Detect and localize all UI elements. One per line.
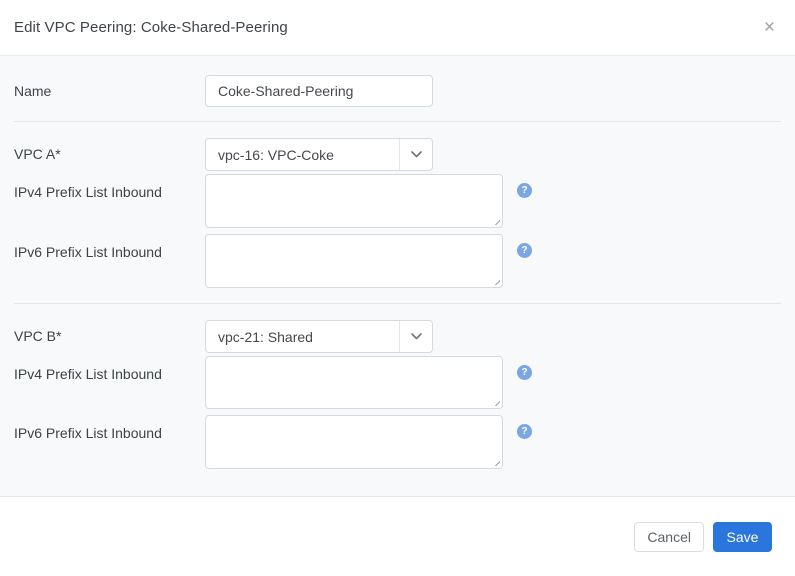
cancel-button[interactable]: Cancel xyxy=(634,522,704,552)
vpc-b-ipv4-label: IPv4 Prefix List Inbound xyxy=(0,356,205,383)
save-button[interactable]: Save xyxy=(713,522,772,552)
chevron-down-icon xyxy=(399,139,432,170)
vpc-b-select[interactable]: vpc-21: Shared xyxy=(205,320,433,353)
name-label: Name xyxy=(0,83,205,100)
section-divider xyxy=(14,121,781,122)
close-icon[interactable]: × xyxy=(760,16,779,39)
form-row-vpc-a-ipv6: IPv6 Prefix List Inbound ? xyxy=(0,234,795,288)
dialog-title: Edit VPC Peering: Coke-Shared-Peering xyxy=(14,19,288,36)
vpc-b-ipv4-textarea-box xyxy=(205,356,503,409)
help-icon[interactable]: ? xyxy=(517,424,532,439)
vpc-b-ipv6-textarea-box xyxy=(205,415,503,469)
vpc-a-ipv6-textarea-box xyxy=(205,234,503,288)
form-row-vpc-b: VPC B* vpc-21: Shared xyxy=(0,320,795,353)
form-row-name: Name xyxy=(0,75,795,107)
vpc-b-ipv6-inbound-textarea[interactable] xyxy=(206,416,502,468)
form-row-vpc-b-ipv6: IPv6 Prefix List Inbound ? xyxy=(0,415,795,469)
edit-vpc-peering-dialog: Edit VPC Peering: Coke-Shared-Peering × … xyxy=(0,0,795,576)
vpc-a-ipv6-label: IPv6 Prefix List Inbound xyxy=(0,234,205,261)
help-icon[interactable]: ? xyxy=(517,183,532,198)
vpc-b-ipv6-label: IPv6 Prefix List Inbound xyxy=(0,415,205,442)
chevron-down-icon xyxy=(399,321,432,352)
form-row-vpc-a: VPC A* vpc-16: VPC-Coke xyxy=(0,138,795,171)
section-divider xyxy=(14,303,781,304)
help-icon[interactable]: ? xyxy=(517,243,532,258)
dialog-header: Edit VPC Peering: Coke-Shared-Peering × xyxy=(0,0,795,56)
help-icon[interactable]: ? xyxy=(517,365,532,380)
vpc-a-ipv6-inbound-textarea[interactable] xyxy=(206,235,502,287)
vpc-a-ipv4-label: IPv4 Prefix List Inbound xyxy=(0,174,205,201)
vpc-b-ipv4-inbound-textarea[interactable] xyxy=(206,357,502,408)
vpc-a-label: VPC A* xyxy=(0,146,205,163)
vpc-a-select[interactable]: vpc-16: VPC-Coke xyxy=(205,138,433,171)
vpc-a-selected-value: vpc-16: VPC-Coke xyxy=(206,147,399,163)
vpc-b-selected-value: vpc-21: Shared xyxy=(206,329,399,345)
dialog-footer: Cancel Save xyxy=(0,496,795,576)
dialog-body: Name VPC A* vpc-16: VPC-Coke IPv4 Prefix… xyxy=(0,56,795,496)
vpc-b-label: VPC B* xyxy=(0,328,205,345)
form-row-vpc-b-ipv4: IPv4 Prefix List Inbound ? xyxy=(0,356,795,409)
name-input[interactable] xyxy=(205,75,433,107)
vpc-a-ipv4-textarea-box xyxy=(205,174,503,228)
vpc-a-ipv4-inbound-textarea[interactable] xyxy=(206,175,502,227)
form-row-vpc-a-ipv4: IPv4 Prefix List Inbound ? xyxy=(0,174,795,228)
